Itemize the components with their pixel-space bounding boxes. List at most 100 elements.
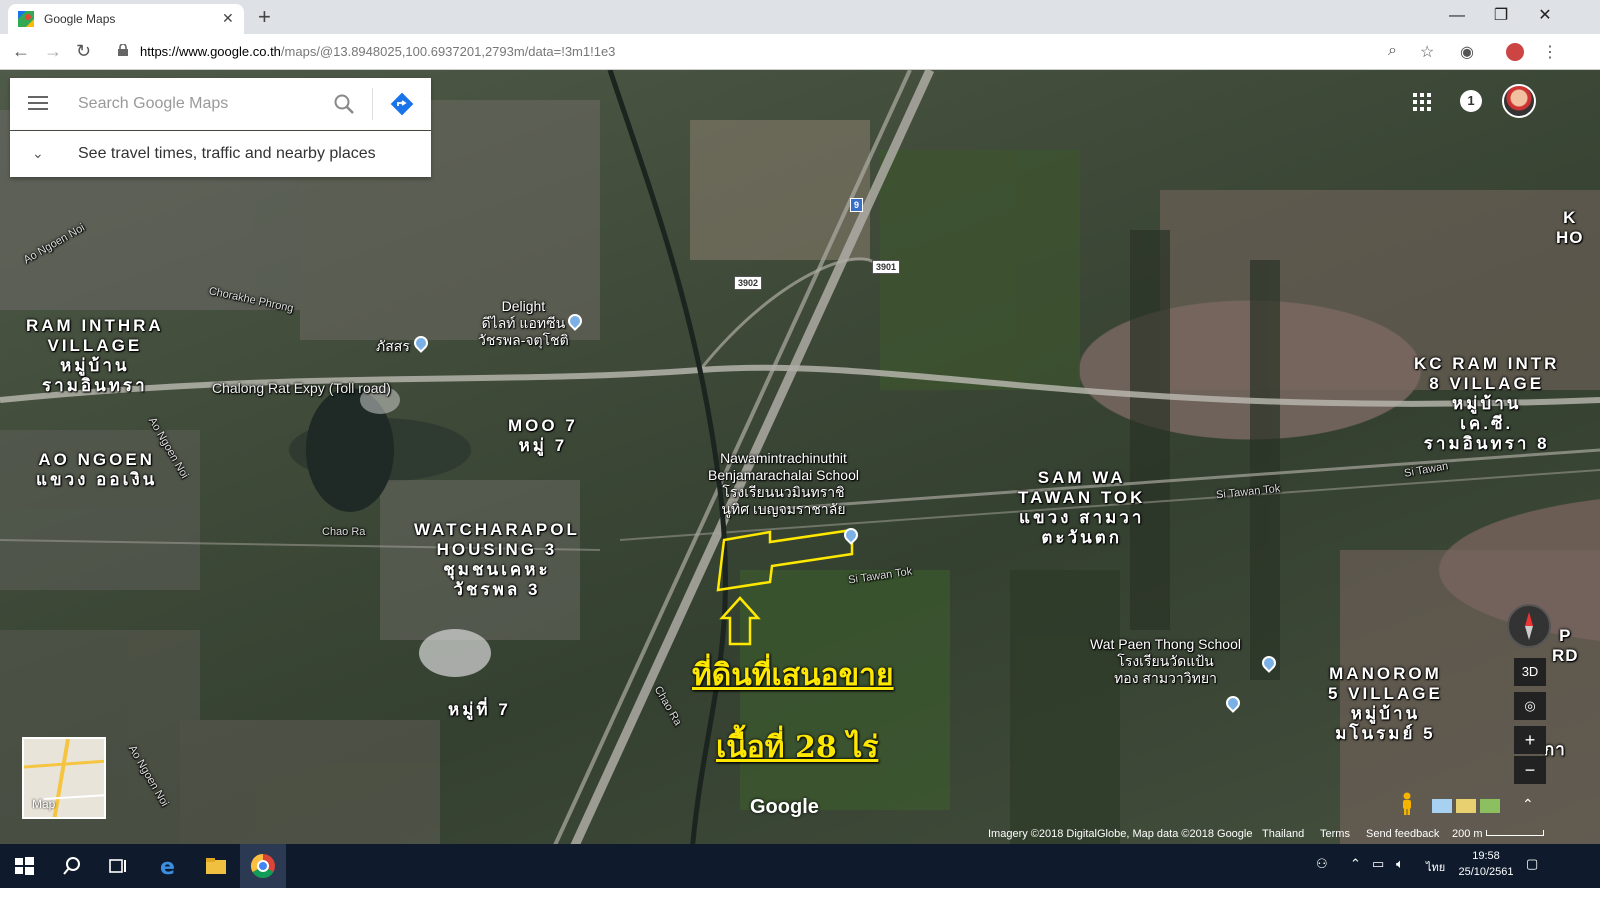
chrome-taskbar-active[interactable] <box>240 844 286 888</box>
tray-chevron-up-icon[interactable]: ⌃ <box>1350 856 1361 872</box>
avatar[interactable] <box>1502 84 1536 118</box>
label-moo-thi-7: หมู่ที่ 7 <box>448 700 511 720</box>
scale-bar <box>1486 830 1544 836</box>
reload-button[interactable]: ↻ <box>76 38 91 64</box>
label-ram-inthra-village: RAM INTHRA VILLAGE หมู่บ้าน รามอินทรา <box>26 316 164 396</box>
country-link[interactable]: Thailand <box>1262 828 1304 840</box>
label-line: Benjamarachalai School <box>708 467 859 483</box>
road-chao-ra: Chao Ra <box>322 526 366 538</box>
label-line: โรงเรียนวัดแป้น <box>1117 653 1214 669</box>
label-line: MOO 7 <box>508 416 578 435</box>
label-line: P <box>1559 626 1572 645</box>
label-line: ชุมชนเคหะ <box>443 560 551 579</box>
close-window-button[interactable]: ✕ <box>1522 4 1568 28</box>
label-line: หมู่ที่ 7 <box>448 700 511 719</box>
notification-badge[interactable]: 1 <box>1460 90 1482 112</box>
language-indicator[interactable]: ไทย <box>1426 858 1445 876</box>
annotation-land-for-sale: ที่ดินที่เสนอขาย <box>692 658 894 693</box>
apps-grid-icon[interactable] <box>1412 92 1432 112</box>
poi-delight[interactable]: Delight ดีไลท์ แอทซีน วัชรพล-จตุโชติ <box>478 298 569 349</box>
browser-toolbar: ← → ↻ https://www.google.co.th/maps/@13.… <box>0 34 1600 70</box>
compass-icon[interactable] <box>1507 604 1551 648</box>
my-location-button[interactable]: ◎ <box>1514 692 1546 720</box>
label-line: หมู่ 7 <box>518 436 568 455</box>
windows-taskbar: e ⚇ ⌃ ▭ 🔈︎ ไทย 19:58 25/10/2561 ▢ <box>0 844 1600 888</box>
label-edge-ka: กา <box>1544 740 1566 759</box>
terms-link[interactable]: Terms <box>1320 828 1350 840</box>
label-sam-wa-tawan-tok: SAM WA TAWAN TOK แขวง สามวา ตะวันตก <box>1018 468 1145 548</box>
highway-9-shield: 9 <box>850 198 864 212</box>
label-line: 8 VILLAGE <box>1429 374 1545 393</box>
url-host: https://www.google.co.th <box>140 44 281 59</box>
directions-icon[interactable] <box>389 91 415 117</box>
people-icon[interactable]: ⚇ <box>1316 856 1328 872</box>
poi-phatsorn[interactable]: ภัสสร <box>376 338 410 355</box>
scale-label[interactable]: 200 m <box>1452 828 1483 840</box>
highway-3901-shield: 3901 <box>872 260 901 274</box>
zoom-in-button[interactable]: + <box>1514 726 1546 754</box>
road-chalong-rat-expy: Chalong Rat Expy (Toll road) <box>212 380 391 396</box>
bookmark-star-icon[interactable]: ☆ <box>1420 42 1434 62</box>
label-line: Nawamintrachinuthit <box>720 450 847 466</box>
label-line: MANOROM <box>1329 664 1442 683</box>
travel-times-text: See travel times, traffic and nearby pla… <box>78 145 376 162</box>
label-line: รามอินทรา 8 <box>1423 434 1550 453</box>
label-kc-ram-inthra-village: KC RAM INTR 8 VILLAGE หมู่บ้าน เค.ซี. รา… <box>1414 354 1559 454</box>
tab-title: Google Maps <box>44 12 116 26</box>
maximize-button[interactable]: ❐ <box>1478 4 1524 28</box>
zoom-icon[interactable]: ⌕ <box>1388 42 1397 60</box>
label-line: รามอินทรา <box>42 376 148 395</box>
poi-wat-paen-thong-school[interactable]: Wat Paen Thong School โรงเรียนวัดแป้น ทอ… <box>1090 636 1241 687</box>
satellite-map[interactable]: RAM INTHRA VILLAGE หมู่บ้าน รามอินทรา AO… <box>0 70 1600 878</box>
label-ao-ngoen: AO NGOEN แขวง ออเงิน <box>36 450 157 490</box>
label-line: แขวง สามวา <box>1019 508 1145 527</box>
tab-close-icon[interactable]: ✕ <box>222 10 234 27</box>
new-tab-button[interactable]: + <box>258 4 271 30</box>
profile-icon[interactable] <box>1506 43 1524 61</box>
network-icon[interactable]: ▭ <box>1372 856 1384 872</box>
back-button[interactable]: ← <box>12 38 30 64</box>
clock[interactable]: 19:58 25/10/2561 <box>1456 848 1516 880</box>
action-center-icon[interactable]: ▢ <box>1526 856 1538 872</box>
label-line: RAM INTHRA <box>26 316 164 335</box>
divider <box>372 88 373 120</box>
label-line: 5 VILLAGE <box>1328 684 1443 703</box>
label-line: KC RAM INTR <box>1414 354 1560 373</box>
travel-times-bar[interactable]: ⌄ See travel times, traffic and nearby p… <box>10 131 431 177</box>
search-taskbar-icon[interactable] <box>58 852 86 880</box>
send-feedback-link[interactable]: Send feedback <box>1366 828 1439 840</box>
poi-nawamintrachinuthit-school[interactable]: Nawamintrachinuthit Benjamarachalai Scho… <box>708 450 859 518</box>
annotation-area-28-rai: เนื้อที่ 28 ไร่ <box>716 730 879 765</box>
layer-thumbnails[interactable] <box>1432 798 1502 814</box>
zoom-out-button[interactable]: − <box>1514 756 1546 784</box>
search-input[interactable] <box>78 92 318 116</box>
expand-layers-icon[interactable]: ⌃ <box>1522 796 1534 813</box>
label-line: วัชรพล 3 <box>453 580 541 599</box>
chrome-menu-icon[interactable]: ⋮ <box>1542 42 1558 62</box>
tab-google-maps[interactable]: Google Maps ✕ <box>8 4 244 34</box>
label-watcharapol-housing: WATCHARAPOL HOUSING 3 ชุมชนเคหะ วัชรพล 3 <box>414 520 580 600</box>
edge-browser-icon[interactable]: e <box>154 852 182 880</box>
file-explorer-icon[interactable] <box>202 852 230 880</box>
chevron-down-icon[interactable]: ⌄ <box>32 145 44 162</box>
label-line: HOUSING 3 <box>436 540 558 559</box>
pegman-icon[interactable] <box>1398 792 1416 816</box>
windows-start-icon[interactable] <box>10 852 38 880</box>
label-line: RD <box>1552 646 1579 665</box>
minimize-button[interactable]: — <box>1434 4 1480 28</box>
lock-icon <box>118 44 128 56</box>
task-view-icon[interactable] <box>104 852 132 880</box>
search-icon[interactable] <box>332 92 356 116</box>
url-field[interactable]: https://www.google.co.th/maps/@13.894802… <box>140 44 615 59</box>
label-line: มโนรมย์ 5 <box>1335 724 1436 743</box>
label-line: หมู่บ้าน <box>60 356 130 375</box>
forward-button[interactable]: → <box>44 38 62 64</box>
url-path: /maps/@13.8948025,100.6937201,2793m/data… <box>280 44 616 59</box>
hamburger-menu-icon[interactable] <box>28 96 48 110</box>
toggle-3d-button[interactable]: 3D <box>1514 658 1546 686</box>
volume-icon[interactable]: 🔈︎ <box>1396 856 1404 872</box>
label-line: โรงเรียนนวมินทราชิ <box>722 484 845 500</box>
minimap-layer-toggle[interactable]: Map <box>22 737 106 819</box>
extension-icon[interactable]: ◉ <box>1460 42 1474 62</box>
label-line: วัชรพล-จตุโชติ <box>478 332 569 348</box>
